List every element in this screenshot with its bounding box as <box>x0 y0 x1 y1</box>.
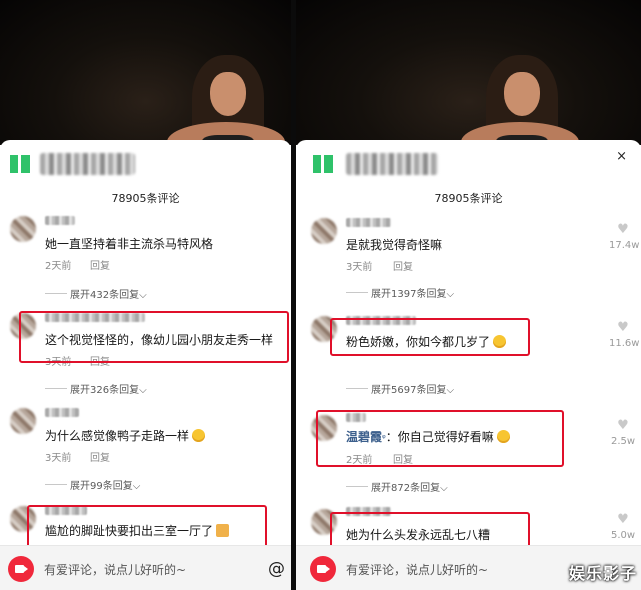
close-icon[interactable]: × <box>616 149 627 164</box>
highlight-box <box>19 311 289 363</box>
comment-count: 78905条评论 <box>111 192 180 205</box>
expand-divider <box>45 388 67 389</box>
expand-replies-button[interactable]: 展开1397条回复⌵ <box>371 285 454 300</box>
expand-divider <box>45 484 67 485</box>
like-count: 2.5w <box>610 436 636 447</box>
expand-replies-button[interactable]: 展开432条回复⌵ <box>70 286 147 301</box>
video-frame[interactable] <box>296 0 641 145</box>
app-logo-icon <box>10 155 30 173</box>
chevron-down-icon: ⌵ <box>139 290 147 301</box>
comment-input-bar: 有爱评论，说点儿好听的~ @ <box>0 545 291 590</box>
expand-replies-button[interactable]: 展开872条回复⌵ <box>371 479 448 494</box>
highlight-box <box>316 410 564 467</box>
expand-replies-button[interactable]: 展开5697条回复⌵ <box>371 381 454 396</box>
heart-icon[interactable]: ♥ <box>609 320 637 335</box>
like-count: 11.6w <box>609 338 640 349</box>
blurred-header <box>346 153 438 175</box>
expand-replies-label: 展开326条回复 <box>70 385 140 396</box>
expand-divider <box>346 292 368 293</box>
reply-button[interactable]: 回复 <box>90 257 110 272</box>
comment-count: 78905条评论 <box>434 192 503 205</box>
reply-button[interactable]: 回复 <box>393 258 413 273</box>
blurred-username[interactable] <box>346 218 391 227</box>
comment-text: 是就我觉得奇怪嘛 <box>346 238 443 252</box>
like-count: 17.4w <box>609 240 640 251</box>
right-comment-panel: × 78905条评论 是就我觉得奇怪嘛 3天前 回复 ♥ 17.4w 展开139… <box>296 0 641 590</box>
expand-replies-button[interactable]: 展开99条回复⌵ <box>70 477 140 492</box>
blurred-header <box>40 153 135 175</box>
avatar[interactable] <box>10 408 36 434</box>
expand-replies-button[interactable]: 展开326条回复⌵ <box>70 381 147 396</box>
heart-icon[interactable]: ♥ <box>609 512 637 527</box>
avatar[interactable] <box>10 216 36 242</box>
camera-icon[interactable] <box>310 556 336 582</box>
expand-divider <box>346 388 368 389</box>
comment-time: 3天前 <box>346 262 373 273</box>
watermark-text: 娱乐影子 <box>568 564 637 583</box>
chevron-down-icon: ⌵ <box>446 289 455 300</box>
camera-icon[interactable] <box>8 556 34 582</box>
expand-replies-label: 展开872条回复 <box>371 483 441 494</box>
chevron-down-icon: ⌵ <box>440 483 448 494</box>
emoji-icon <box>192 429 206 442</box>
heart-icon[interactable]: ♥ <box>609 222 637 237</box>
blurred-username[interactable] <box>45 216 75 225</box>
comment-time: 2天前 <box>45 261 72 272</box>
expand-divider <box>346 486 368 487</box>
highlight-box <box>330 318 530 356</box>
reply-button[interactable]: 回复 <box>90 449 110 464</box>
heart-icon[interactable]: ♥ <box>609 418 637 433</box>
comment-text: 为什么感觉像鸭子走路一样 <box>45 427 206 444</box>
video-person-image <box>446 0 586 145</box>
expand-replies-label: 展开1397条回复 <box>371 289 447 300</box>
chevron-down-icon: ⌵ <box>139 385 147 396</box>
left-comment-panel: 78905条评论 她一直坚持着非主流杀马特风格 2天前 回复 展开432条回复⌵… <box>0 0 291 590</box>
app-logo-icon <box>313 155 333 173</box>
video-person-image <box>152 0 291 145</box>
expand-replies-label: 展开99条回复 <box>70 481 133 492</box>
comment-time: 3天前 <box>45 453 72 464</box>
avatar[interactable] <box>311 218 337 244</box>
mention-button[interactable]: @ <box>268 559 285 579</box>
chevron-down-icon: ⌵ <box>132 481 141 492</box>
expand-replies-label: 展开432条回复 <box>70 290 140 301</box>
blurred-username[interactable] <box>45 408 79 417</box>
chevron-down-icon: ⌵ <box>446 385 455 396</box>
like-count: 5.0w <box>610 530 636 541</box>
comment-input[interactable]: 有爱评论，说点儿好听的~ <box>44 561 186 578</box>
video-frame[interactable] <box>0 0 291 145</box>
highlight-box <box>27 505 267 549</box>
comment-input[interactable]: 有爱评论，说点儿好听的~ <box>346 561 488 578</box>
comment-text-body: 为什么感觉像鸭子走路一样 <box>45 429 190 443</box>
expand-divider <box>45 293 67 294</box>
expand-replies-label: 展开5697条回复 <box>371 385 447 396</box>
comment-text: 她一直坚持着非主流杀马特风格 <box>45 237 214 251</box>
